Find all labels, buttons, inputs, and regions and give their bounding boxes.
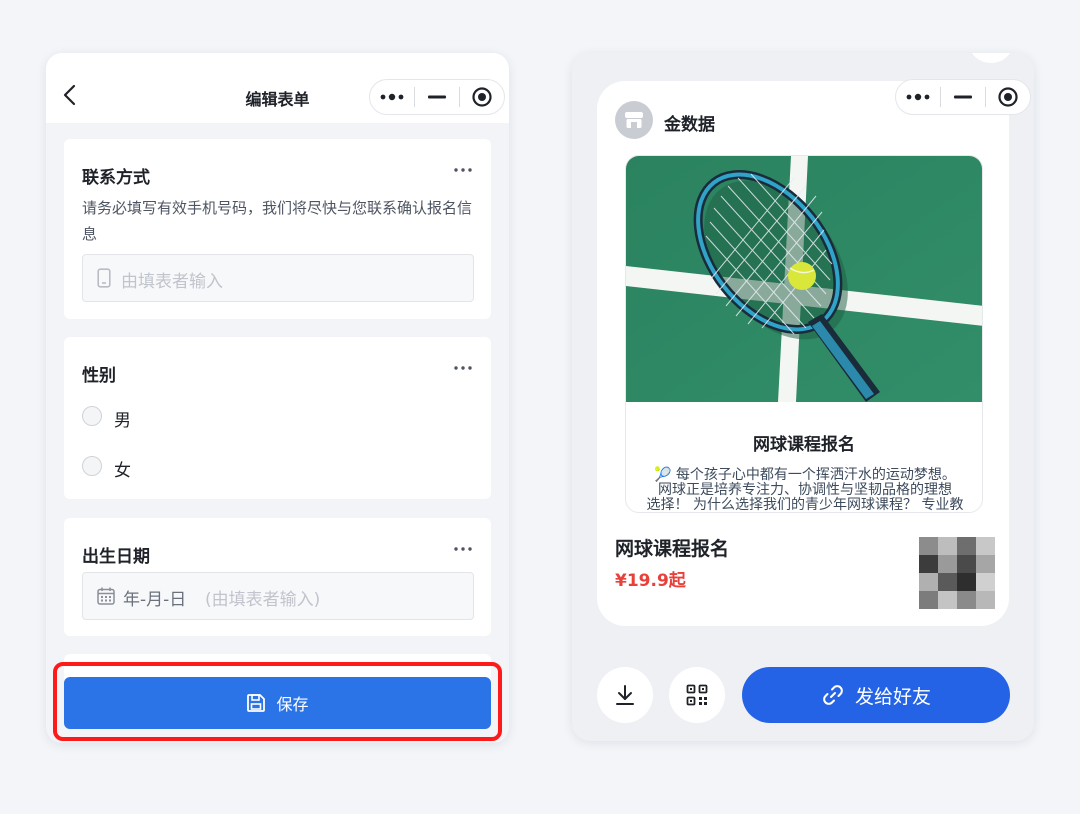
qrcode-button[interactable] (669, 667, 725, 723)
field-more-icon[interactable] (453, 365, 473, 371)
nav-bar: 编辑表单 (46, 53, 509, 123)
close-capsule-button[interactable] (460, 80, 504, 114)
minimize-icon (428, 95, 446, 99)
link-icon (823, 685, 843, 705)
poster-description: 🎾 每个孩子心中都有一个挥洒汗水的运动梦想。 网球正是培养专注力、协调性与坚韧品… (640, 468, 970, 513)
share-card: 金数据 网球课程报名 🎾 每个孩子心中都有一个挥洒汗水的运动梦想。 网球正是培养… (597, 79, 1031, 626)
date-input[interactable]: 年-月-日 (由填表者输入) (82, 572, 474, 620)
field-title: 出生日期 (82, 547, 150, 567)
date-placeholder: (由填表者输入) (205, 590, 321, 610)
field-title: 联系方式 (82, 168, 150, 188)
share-poster-window: 金数据 网球课程报名 🎾 每个孩子心中都有一个挥洒汗水的运动梦想。 网球正是培养… (572, 53, 1034, 741)
phone-input-placeholder: 由填表者输入 (121, 272, 223, 292)
field-title: 性别 (82, 366, 116, 386)
poster-desc-line: 选择！ 为什么选择我们的青少年网球课程？ 专业教 (646, 497, 964, 513)
radio-female[interactable] (82, 456, 102, 476)
form-editor-window: 编辑表单 联系方式 请务必填写有效手机号码，我们将尽快与您联系确认报名信息 由填… (46, 53, 509, 743)
poster-desc-line: 🎾 每个孩子心中都有一个挥洒汗水的运动梦想。 (654, 467, 956, 483)
calendar-icon (97, 587, 115, 605)
phone-icon (97, 268, 111, 288)
send-to-friend-button[interactable]: 发给好友 (742, 667, 1010, 723)
brand-logo (615, 101, 653, 139)
menu-capsule (895, 79, 1031, 115)
product-name: 网球课程报名 (615, 538, 730, 560)
field-card-birthdate: 出生日期 年-月-日 (由填表者输入) (64, 518, 491, 636)
poster-card: 网球课程报名 🎾 每个孩子心中都有一个挥洒汗水的运动梦想。 网球正是培养专注力、… (625, 155, 983, 513)
poster-desc-line: 网球正是培养专注力、协调性与坚韧品格的理想 (658, 482, 952, 498)
partial-top-button (969, 53, 1013, 63)
tennis-photo (626, 156, 982, 402)
download-button[interactable] (597, 667, 653, 723)
menu-capsule (369, 79, 505, 115)
minimize-button[interactable] (941, 80, 985, 114)
radio-label-female: 女 (114, 461, 131, 481)
poster-title: 网球课程报名 (753, 435, 855, 455)
field-more-icon[interactable] (453, 167, 473, 173)
field-card-gender: 性别 男 女 (64, 337, 491, 499)
qrcode-icon (686, 684, 708, 706)
product-price: ¥19.9起 (615, 571, 686, 591)
close-capsule-button[interactable] (986, 80, 1030, 114)
minimize-icon (954, 95, 972, 99)
more-icon (906, 93, 930, 101)
record-icon (998, 87, 1018, 107)
field-description: 请务必填写有效手机号码，我们将尽快与您联系确认报名信息 (82, 199, 473, 243)
field-more-icon[interactable] (453, 546, 473, 552)
store-icon (625, 112, 643, 128)
radio-male[interactable] (82, 406, 102, 426)
more-icon (380, 93, 404, 101)
minimize-button[interactable] (415, 80, 459, 114)
field-card-contact: 联系方式 请务必填写有效手机号码，我们将尽快与您联系确认报名信息 由填表者输入 (64, 139, 491, 319)
send-label: 发给好友 (854, 685, 931, 708)
more-menu-button[interactable] (896, 80, 940, 114)
phone-input[interactable]: 由填表者输入 (82, 254, 474, 302)
qrcode-thumbnail (919, 537, 995, 609)
more-menu-button[interactable] (370, 80, 414, 114)
date-format: 年-月-日 (123, 590, 187, 610)
save-button-highlight (53, 662, 502, 741)
record-icon (472, 87, 492, 107)
brand-name: 金数据 (664, 115, 715, 135)
radio-label-male: 男 (114, 411, 131, 431)
download-icon (616, 685, 634, 705)
